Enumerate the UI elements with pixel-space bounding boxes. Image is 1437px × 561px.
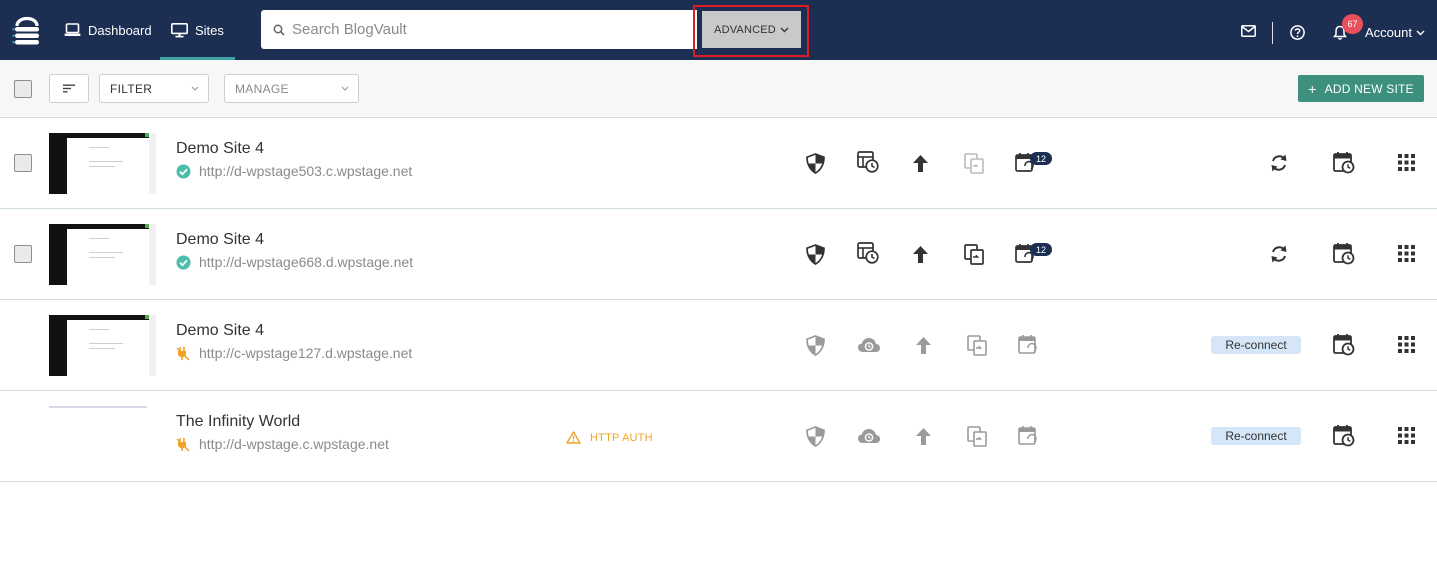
mail-icon[interactable]: [1241, 25, 1256, 37]
nav-dashboard[interactable]: Dashboard: [64, 0, 152, 60]
site-url-text[interactable]: http://d-wpstage668.d.wpstage.net: [199, 254, 413, 270]
site-thumbnail[interactable]: [49, 224, 156, 285]
calendar-sync-icon[interactable]: [1018, 334, 1038, 355]
select-all-checkbox[interactable]: [14, 80, 32, 98]
upload-icon[interactable]: [916, 428, 931, 445]
calendar-count-badge: 12: [1030, 152, 1052, 165]
account-menu[interactable]: Account: [1365, 25, 1425, 40]
notification-count-badge: 67: [1342, 14, 1363, 34]
reconnect-button[interactable]: Re-connect: [1211, 427, 1301, 445]
chevron-down-icon: [341, 86, 349, 91]
http-auth-label: HTTP AUTH: [590, 431, 653, 444]
top-navbar: Dashboard Sites ADVANCED: [0, 0, 1437, 60]
site-url-text[interactable]: http://d-wpstage.c.wpstage.net: [199, 436, 389, 452]
disconnected-plug-icon: [176, 346, 191, 361]
schedule-icon[interactable]: [1333, 242, 1355, 265]
calendar-sync-icon[interactable]: [1018, 425, 1038, 446]
site-thumbnail[interactable]: [49, 133, 156, 194]
shield-icon[interactable]: [806, 244, 825, 265]
monitor-icon: [171, 22, 188, 37]
nav-sites[interactable]: Sites: [160, 0, 235, 60]
shield-icon[interactable]: [806, 153, 825, 174]
nav-dashboard-label: Dashboard: [88, 22, 152, 38]
site-checkbox[interactable]: [14, 245, 32, 263]
sort-icon: [63, 84, 75, 93]
site-url-text[interactable]: http://c-wpstage127.d.wpstage.net: [199, 345, 412, 361]
site-name[interactable]: The Infinity World: [176, 413, 300, 431]
site-thumbnail[interactable]: [49, 406, 156, 467]
filter-label: FILTER: [110, 81, 153, 96]
refresh-icon[interactable]: [1270, 153, 1288, 173]
site-row[interactable]: Demo Site 4 http://d-wpstage503.c.wpstag…: [0, 118, 1437, 209]
sites-toolbar: FILTER MANAGE + ADD NEW SITE: [0, 60, 1437, 118]
warning-icon: [566, 431, 581, 444]
plus-icon: +: [1308, 80, 1317, 97]
manage-dropdown[interactable]: MANAGE: [224, 74, 359, 103]
shield-icon[interactable]: [806, 335, 825, 356]
calendar-count-badge: 12: [1030, 243, 1052, 256]
chevron-down-icon: [780, 27, 789, 32]
site-url: http://d-wpstage668.d.wpstage.net: [176, 254, 413, 270]
cloud-backup-icon[interactable]: [857, 428, 881, 444]
schedule-icon[interactable]: [1333, 151, 1355, 174]
laptop-icon: [64, 23, 81, 36]
nav-divider: [1272, 22, 1273, 44]
upload-icon[interactable]: [913, 246, 928, 263]
refresh-icon[interactable]: [1270, 244, 1288, 264]
site-name[interactable]: Demo Site 4: [176, 140, 264, 158]
search-box[interactable]: [261, 10, 697, 49]
migrate-icon[interactable]: [964, 153, 984, 174]
shield-icon[interactable]: [806, 426, 825, 447]
check-circle-icon: [176, 255, 191, 270]
site-row[interactable]: Demo Site 4 http://c-wpstage127.d.wpstag…: [0, 300, 1437, 391]
schedule-icon[interactable]: [1333, 424, 1355, 447]
blogvault-logo-icon[interactable]: [12, 12, 42, 48]
site-thumbnail[interactable]: [49, 315, 156, 376]
disconnected-plug-icon: [176, 437, 191, 452]
migrate-icon[interactable]: [967, 426, 987, 447]
advanced-label: ADVANCED: [714, 23, 776, 36]
filter-dropdown[interactable]: FILTER: [99, 74, 209, 103]
backup-history-icon[interactable]: [857, 151, 879, 173]
site-url: http://d-wpstage.c.wpstage.net: [176, 436, 389, 452]
nav-sites-label: Sites: [195, 22, 224, 38]
check-circle-icon: [176, 164, 191, 179]
upload-icon[interactable]: [913, 155, 928, 172]
add-new-site-button[interactable]: + ADD NEW SITE: [1298, 75, 1424, 102]
account-label: Account: [1365, 25, 1412, 40]
upload-icon[interactable]: [916, 337, 931, 354]
apps-grid-icon[interactable]: [1398, 336, 1415, 353]
apps-grid-icon[interactable]: [1398, 245, 1415, 262]
search-input[interactable]: [292, 21, 672, 38]
site-url: http://c-wpstage127.d.wpstage.net: [176, 345, 412, 361]
site-url-text[interactable]: http://d-wpstage503.c.wpstage.net: [199, 163, 412, 179]
site-url: http://d-wpstage503.c.wpstage.net: [176, 163, 412, 179]
chevron-down-icon: [1416, 30, 1425, 35]
chevron-down-icon: [191, 86, 199, 91]
advanced-search-button[interactable]: ADVANCED: [702, 11, 801, 48]
migrate-icon[interactable]: [964, 244, 984, 265]
site-row[interactable]: Demo Site 4 http://d-wpstage668.d.wpstag…: [0, 209, 1437, 300]
sort-button[interactable]: [49, 74, 89, 103]
http-auth-warning[interactable]: HTTP AUTH: [566, 431, 653, 444]
help-icon[interactable]: [1290, 25, 1305, 40]
apps-grid-icon[interactable]: [1398, 154, 1415, 171]
site-row[interactable]: The Infinity World http://d-wpstage.c.wp…: [0, 391, 1437, 482]
site-name[interactable]: Demo Site 4: [176, 231, 264, 249]
site-name[interactable]: Demo Site 4: [176, 322, 264, 340]
add-site-label: ADD NEW SITE: [1324, 81, 1414, 96]
reconnect-button[interactable]: Re-connect: [1211, 336, 1301, 354]
manage-label: MANAGE: [235, 81, 289, 96]
migrate-icon[interactable]: [967, 335, 987, 356]
apps-grid-icon[interactable]: [1398, 427, 1415, 444]
schedule-icon[interactable]: [1333, 333, 1355, 356]
backup-history-icon[interactable]: [857, 242, 879, 264]
cloud-backup-icon[interactable]: [857, 337, 881, 353]
site-checkbox[interactable]: [14, 154, 32, 172]
search-icon: [273, 24, 285, 36]
